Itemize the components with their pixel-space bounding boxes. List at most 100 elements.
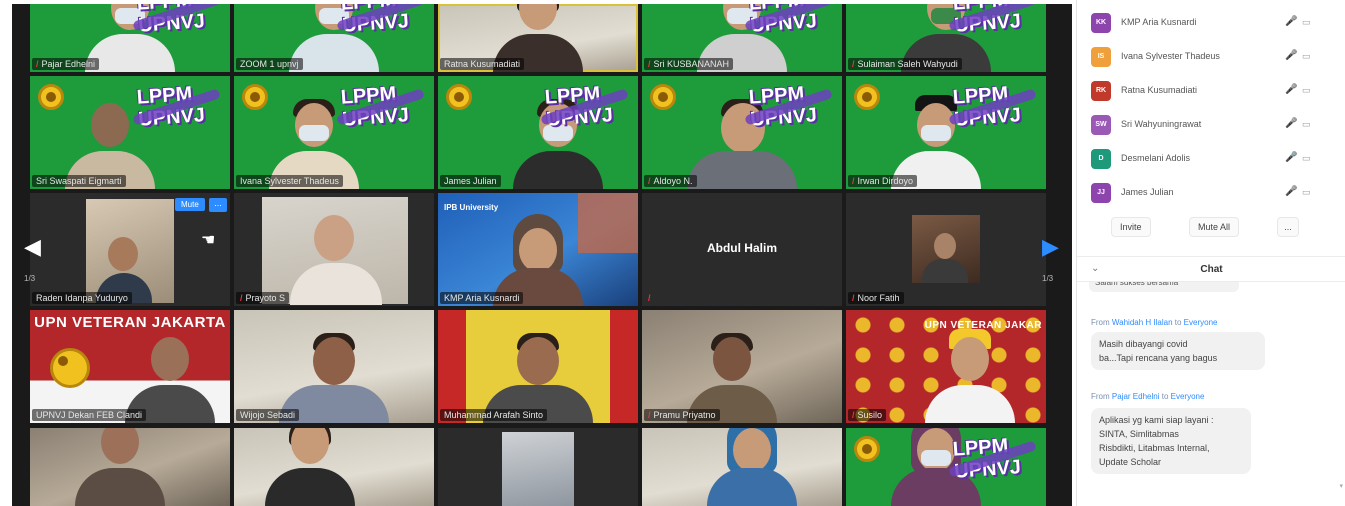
avatar: JJ bbox=[1091, 183, 1111, 203]
mute-participant-button[interactable]: Mute bbox=[175, 198, 205, 211]
video-tile[interactable]: / Prayoto S bbox=[234, 193, 434, 306]
upnvj-logo bbox=[650, 84, 676, 110]
lppm-logo: LPPMUPNVJ bbox=[948, 81, 1037, 146]
building-graphic bbox=[578, 193, 638, 253]
microphone-icon[interactable]: 🎤 bbox=[1285, 50, 1297, 61]
video-tile[interactable]: UPN VETERAN JAKARTA UPNVJ Dekan FEB Clan… bbox=[30, 310, 230, 423]
microphone-icon[interactable]: 🎤 bbox=[1285, 84, 1297, 95]
sender-name[interactable]: Wahidah H Ilalan bbox=[1112, 318, 1173, 327]
video-tile[interactable]: LPPM UPNVJ / Irwan Dirdoyo bbox=[846, 76, 1046, 189]
video-tile[interactable]: Wijojo Sebadi bbox=[234, 310, 434, 423]
tile-name-label: / Prayoto S bbox=[236, 292, 290, 304]
participant-video bbox=[493, 206, 583, 306]
participant-row[interactable]: D Desmelani Adolis 🎤 ▭ bbox=[1077, 142, 1345, 176]
chat-message-meta: From Wahidah H Ilalan to Everyone bbox=[1091, 318, 1218, 327]
red-curtain-right bbox=[610, 310, 638, 423]
video-tile[interactable]: LPPM UPNVJ Ivana Sylvester Thadeus bbox=[234, 76, 434, 189]
lppm-logo: LPPMUPNVJ bbox=[948, 433, 1037, 498]
lppm-logo: LPPMUPNVJ bbox=[132, 81, 221, 146]
video-camera-icon[interactable]: ▭ bbox=[1302, 187, 1311, 198]
upnvj-logo bbox=[446, 84, 472, 110]
upnvj-logo bbox=[854, 84, 880, 110]
upnvj-logo bbox=[854, 436, 880, 462]
video-tile[interactable]: UPN VETERAN JAKAR / Susilo bbox=[846, 310, 1046, 423]
tile-name-label: / Irwan Dirdoyo bbox=[848, 175, 918, 187]
video-camera-icon[interactable]: ▭ bbox=[1302, 119, 1311, 130]
video-tile[interactable]: / Noor Fatih bbox=[846, 193, 1046, 306]
video-tile[interactable]: / Pramu Priyatno bbox=[642, 310, 842, 423]
video-tile[interactable] bbox=[438, 428, 638, 506]
video-camera-icon[interactable]: ▭ bbox=[1302, 51, 1311, 62]
participant-row[interactable]: RK Ratna Kusumadiati 🎤 ▭ bbox=[1077, 74, 1345, 108]
participant-row[interactable]: SW Sri Wahyuningrawat 🎤 ▭ bbox=[1077, 108, 1345, 142]
video-tile[interactable]: LPPM UPNVJ Sri Swaspati Eigmarti bbox=[30, 76, 230, 189]
chat-messages: Salam sukses bersama From Wahidah H Ilal… bbox=[1077, 282, 1339, 506]
video-camera-icon[interactable]: ▭ bbox=[1302, 85, 1311, 96]
video-tile[interactable]: LPPMUPNVJ /Sri KUSBANANAH bbox=[642, 4, 842, 72]
participants-list: KK KMP Aria Kusnardi 🎤 ▭ IS Ivana Sylvester T… bbox=[1077, 6, 1345, 210]
video-camera-icon[interactable]: ▭ bbox=[1302, 153, 1311, 164]
mic-muted-icon: / bbox=[36, 59, 39, 69]
video-tile[interactable]: LPPM UPNVJ bbox=[846, 428, 1046, 506]
video-camera-icon[interactable]: ▭ bbox=[1302, 17, 1311, 28]
participant-video bbox=[925, 323, 1015, 423]
microphone-icon[interactable]: 🎤 bbox=[1285, 152, 1297, 163]
participant-row[interactable]: IS Ivana Sylvester Thadeus 🎤 ▭ bbox=[1077, 40, 1345, 74]
upnvj-logo bbox=[242, 84, 268, 110]
participant-name: Ratna Kusumadiati bbox=[1121, 85, 1198, 95]
tile-name-label: UPNVJ Dekan FEB Clandi bbox=[32, 409, 147, 421]
video-tile[interactable]: LPPMUPNVJ /Sulaiman Saleh Wahyudi bbox=[846, 4, 1046, 72]
participant-video bbox=[125, 323, 215, 423]
previous-page-arrow-icon[interactable]: ◀ bbox=[24, 236, 41, 258]
video-tile[interactable]: LPPM UPNVJ / Aldoyo N. bbox=[642, 76, 842, 189]
video-tile[interactable] bbox=[234, 428, 434, 506]
video-tile[interactable]: Muhammad Arafah Sinto bbox=[438, 310, 638, 423]
participant-video bbox=[75, 428, 165, 506]
invite-button[interactable]: Invite bbox=[1111, 217, 1151, 237]
lppm-logo: LPPMUPNVJ bbox=[336, 81, 425, 146]
microphone-icon[interactable]: 🎤 bbox=[1285, 118, 1297, 129]
next-page-arrow-icon[interactable]: ▶ bbox=[1042, 236, 1059, 258]
participant-row[interactable]: KK KMP Aria Kusnardi 🎤 ▭ bbox=[1077, 6, 1345, 40]
hand-cursor-icon: ☚ bbox=[201, 232, 216, 249]
participant-photo bbox=[912, 215, 980, 283]
video-tile[interactable]: IPB University KMP Aria Kusnardi bbox=[438, 193, 638, 306]
participant-video bbox=[86, 199, 174, 303]
microphone-icon[interactable]: 🎤 bbox=[1285, 16, 1297, 27]
tile-more-button[interactable]: ... bbox=[209, 198, 227, 212]
tile-name-label: / Susilo bbox=[848, 409, 887, 421]
avatar: D bbox=[1091, 149, 1111, 169]
tile-name-label: Ratna Kusumadiati bbox=[440, 58, 525, 70]
video-gallery: LPPMUPNVJ /Pajar Edhelni LPPMUPNVJ ZOOM … bbox=[12, 4, 1072, 506]
participant-row[interactable]: JJ James Julian 🎤 ▭ bbox=[1077, 176, 1345, 210]
more-options-button[interactable]: ... bbox=[1277, 217, 1299, 237]
video-tile[interactable]: LPPM UPNVJ James Julian bbox=[438, 76, 638, 189]
side-panel: KK KMP Aria Kusnardi 🎤 ▭ IS Ivana Sylvester T… bbox=[1076, 0, 1345, 506]
lppm-logo: LPPMUPNVJ bbox=[336, 4, 425, 53]
upnvj-logo bbox=[38, 84, 64, 110]
sender-name[interactable]: Pajar Edhelni bbox=[1112, 392, 1160, 401]
participant-video bbox=[262, 197, 408, 305]
lppm-logo: LPPMUPNVJ bbox=[132, 4, 221, 53]
mic-muted-icon: / bbox=[648, 410, 651, 420]
recipient-name[interactable]: Everyone bbox=[1171, 392, 1205, 401]
scroll-down-arrow-icon[interactable]: ▾ bbox=[1339, 482, 1343, 490]
mic-muted-icon: / bbox=[852, 176, 855, 186]
tile-name-label: Ivana Sylvester Thadeus bbox=[236, 175, 343, 187]
tile-name-label: / Noor Fatih bbox=[848, 292, 904, 304]
video-tile[interactable] bbox=[642, 428, 842, 506]
participant-name: Desmelani Adolis bbox=[1121, 153, 1191, 163]
video-tile[interactable] bbox=[30, 428, 230, 506]
avatar: KK bbox=[1091, 13, 1111, 33]
video-tile-active-speaker[interactable]: Ratna Kusumadiati bbox=[438, 4, 638, 72]
page-indicator-left: 1/3 bbox=[24, 274, 36, 283]
recipient-name[interactable]: Everyone bbox=[1184, 318, 1218, 327]
participant-video bbox=[483, 323, 593, 423]
mute-all-button[interactable]: Mute All bbox=[1189, 217, 1240, 237]
microphone-icon[interactable]: 🎤 bbox=[1285, 186, 1297, 197]
video-tile[interactable]: LPPMUPNVJ /Pajar Edhelni bbox=[30, 4, 230, 72]
participant-video bbox=[502, 432, 574, 506]
participant-video bbox=[279, 323, 389, 423]
video-tile[interactable]: LPPMUPNVJ ZOOM 1 upnvj bbox=[234, 4, 434, 72]
video-tile-no-video[interactable]: Abdul Halim / bbox=[642, 193, 842, 306]
